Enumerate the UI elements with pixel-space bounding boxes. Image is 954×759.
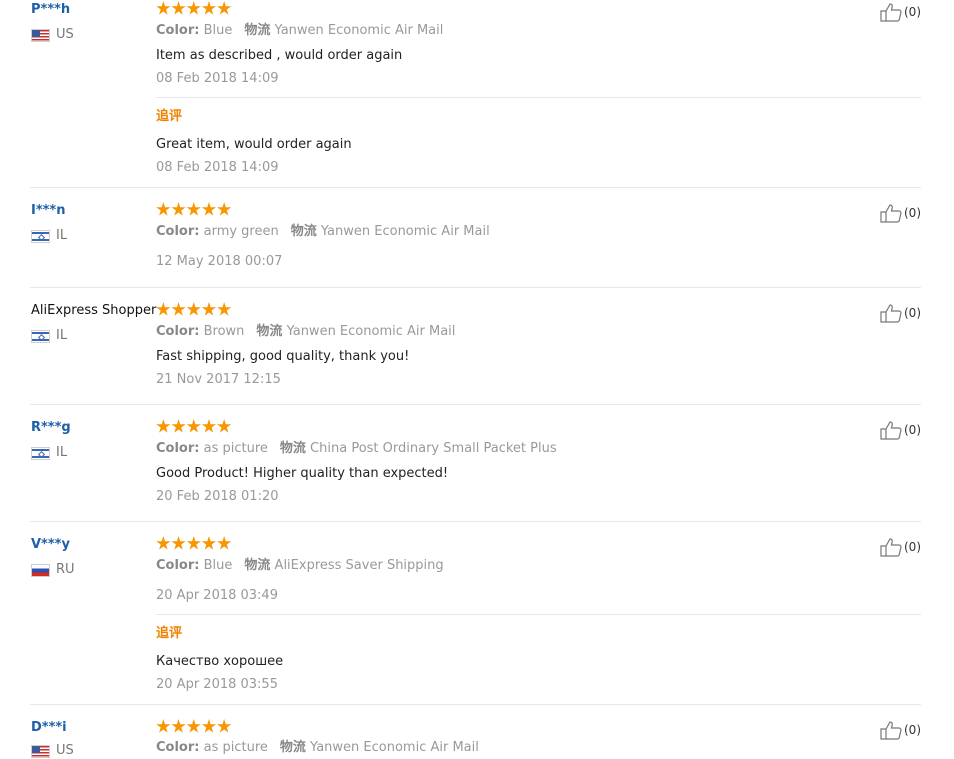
ru-flag-icon [31, 563, 50, 577]
thumbs-up-icon [880, 538, 902, 557]
reviewer-name[interactable]: I***n [31, 203, 66, 219]
reviewer-name[interactable]: P***h [31, 2, 70, 18]
star-icon [156, 536, 171, 550]
reviewer-country: IL [31, 328, 67, 344]
thumbs-up-icon [880, 721, 902, 740]
helpful-button[interactable]: (0) [880, 537, 921, 557]
star-icon [201, 536, 217, 550]
star-rating [156, 719, 232, 734]
review-meta: Color: Blue 物流 AliExpress Saver Shipping [156, 558, 444, 573]
il-flag-icon [31, 446, 50, 460]
star-icon [201, 719, 217, 733]
star-icon [171, 202, 186, 216]
reviewer-country: IL [31, 445, 67, 461]
star-icon [201, 202, 217, 216]
star-icon [156, 1, 171, 15]
star-icon [171, 419, 186, 433]
reviewer-country: US [31, 743, 74, 759]
star-icon [217, 536, 232, 550]
additional-review-date: 20 Apr 2018 03:55 [156, 677, 278, 692]
additional-review-date: 08 Feb 2018 14:09 [156, 160, 279, 175]
divider [156, 614, 921, 615]
reviewer-name[interactable]: D***i [31, 720, 67, 736]
divider [30, 521, 921, 522]
thumbs-up-icon [880, 204, 902, 223]
star-icon [186, 536, 201, 550]
review-text: Item as described , would order again [156, 48, 403, 63]
helpful-button[interactable]: (0) [880, 2, 921, 22]
additional-review-text: Great item, would order again [156, 137, 352, 152]
star-icon [156, 719, 171, 733]
star-icon [171, 719, 186, 733]
additional-review-label: 追评 [156, 626, 183, 641]
star-icon [201, 1, 217, 15]
review-date: 12 May 2018 00:07 [156, 254, 283, 269]
star-rating [156, 536, 232, 551]
helpful-button[interactable]: (0) [880, 203, 921, 223]
star-icon [217, 302, 232, 316]
review-meta: Color: Brown 物流 Yanwen Economic Air Mail [156, 324, 456, 339]
review-date: 21 Nov 2017 12:15 [156, 372, 281, 387]
star-icon [171, 1, 186, 15]
reviewer-name[interactable]: AliExpress Shopper [31, 303, 156, 319]
star-icon [186, 1, 201, 15]
divider [30, 704, 921, 705]
star-icon [217, 719, 232, 733]
star-icon [186, 719, 201, 733]
star-icon [186, 302, 201, 316]
star-icon [217, 419, 232, 433]
star-icon [156, 419, 171, 433]
star-rating [156, 302, 232, 317]
helpful-button[interactable]: (0) [880, 420, 921, 440]
divider [156, 97, 921, 98]
additional-review-label: 追评 [156, 109, 183, 124]
il-flag-icon [31, 229, 50, 243]
divider [30, 404, 921, 405]
star-rating [156, 202, 232, 217]
review-text: Fast shipping, good quality, thank you! [156, 349, 410, 364]
divider [30, 187, 921, 188]
reviewer-name[interactable]: R***g [31, 420, 71, 436]
star-rating [156, 1, 232, 16]
reviewer-country: IL [31, 228, 67, 244]
additional-review-text: Качество хорошее [156, 654, 284, 669]
helpful-button[interactable]: (0) [880, 303, 921, 323]
star-icon [171, 302, 186, 316]
review-date: 08 Feb 2018 14:09 [156, 71, 279, 86]
us-flag-icon [31, 28, 50, 42]
us-flag-icon [31, 744, 50, 758]
star-icon [156, 302, 171, 316]
reviewer-country: US [31, 27, 74, 43]
reviewer-country: RU [31, 562, 75, 578]
star-icon [217, 202, 232, 216]
star-icon [201, 302, 217, 316]
star-icon [171, 536, 186, 550]
review-date: 20 Apr 2018 03:49 [156, 588, 278, 603]
star-icon [156, 202, 171, 216]
star-icon [217, 1, 232, 15]
thumbs-up-icon [880, 3, 902, 22]
thumbs-up-icon [880, 304, 902, 323]
review-meta: Color: army green 物流 Yanwen Economic Air … [156, 224, 490, 239]
review-text: Good Product! Higher quality than expect… [156, 466, 449, 481]
il-flag-icon [31, 329, 50, 343]
reviewer-name[interactable]: V***y [31, 537, 70, 553]
review-meta: Color: as picture 物流 China Post Ordinary … [156, 441, 557, 456]
review-meta: Color: Blue 物流 Yanwen Economic Air Mail [156, 23, 444, 38]
star-rating [156, 419, 232, 434]
thumbs-up-icon [880, 421, 902, 440]
star-icon [186, 202, 201, 216]
divider [30, 287, 921, 288]
helpful-button[interactable]: (0) [880, 720, 921, 740]
review-date: 20 Feb 2018 01:20 [156, 489, 279, 504]
star-icon [186, 419, 201, 433]
star-icon [201, 419, 217, 433]
